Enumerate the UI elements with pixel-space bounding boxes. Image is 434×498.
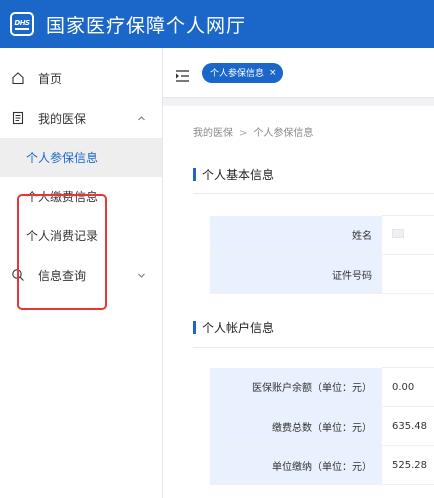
app-title: 国家医疗保障个人网厅: [46, 14, 247, 37]
total-payment-value: 635.48: [382, 406, 434, 446]
tab-bar: 个人参保信息 ×: [163, 48, 434, 98]
table-row: 医保账户余额（单位：元） 0.00: [210, 367, 434, 407]
breadcrumb-separator: >: [239, 128, 248, 139]
sidebar-item-label: 我的医保: [38, 111, 87, 126]
search-icon: [10, 267, 26, 283]
balance-value: 0.00: [382, 367, 434, 407]
table-row: 单位缴纳（单位：元） 525.28: [210, 445, 434, 485]
sidebar: 首页 我的医保 个人参保信息 个人缴费信息 个人消费记录 信息查询: [0, 48, 163, 498]
balance-label: 医保账户余额（单位：元）: [210, 367, 382, 407]
content-panel: 我的医保 > 个人参保信息 个人基本信息 姓名 证件号码 个人帐户信息 医保账户余额…: [163, 106, 434, 498]
sidebar-subitem-consumption-records[interactable]: 个人消费记录: [0, 216, 162, 255]
sidebar-item-home[interactable]: 首页: [0, 58, 162, 98]
name-label: 姓名: [210, 215, 382, 255]
top-header: DHS 国家医疗保障个人网厅: [0, 0, 434, 48]
logo-text: DHS: [14, 18, 30, 27]
breadcrumb: 我的医保 > 个人参保信息: [193, 124, 313, 139]
home-icon: [10, 70, 26, 86]
table-row: 姓名: [210, 215, 434, 255]
basic-info-table: 姓名 证件号码: [210, 215, 434, 294]
tab-insurance-info[interactable]: 个人参保信息 ×: [202, 62, 283, 83]
table-row: 缴费总数（单位：元） 635.48: [210, 406, 434, 446]
breadcrumb-parent[interactable]: 我的医保: [193, 128, 233, 139]
tab-label: 个人参保信息: [210, 69, 265, 79]
employer-payment-label: 单位缴纳（单位：元）: [210, 445, 382, 485]
section-title-text: 个人帐户信息: [202, 321, 275, 335]
employer-payment-value: 525.28: [382, 445, 434, 485]
name-value: [382, 215, 434, 255]
id-number-value: [382, 254, 434, 294]
total-payment-label: 缴费总数（单位：元）: [210, 406, 382, 446]
sidebar-item-info-query[interactable]: 信息查询: [0, 255, 162, 295]
chevron-up-icon[interactable]: [137, 112, 146, 126]
document-icon: [10, 110, 26, 126]
breadcrumb-current: 个人参保信息: [253, 128, 314, 139]
sidebar-item-label: 信息查询: [38, 268, 87, 283]
sidebar-subitem-insurance-info[interactable]: 个人参保信息: [0, 138, 162, 177]
id-number-label: 证件号码: [210, 254, 382, 294]
masked-value: [392, 229, 404, 238]
section-title-basic: 个人基本信息: [193, 166, 274, 183]
chevron-down-icon[interactable]: [137, 269, 146, 283]
divider: [193, 193, 434, 194]
table-row: 证件号码: [210, 254, 434, 294]
account-info-table: 医保账户余额（单位：元） 0.00 缴费总数（单位：元） 635.48 单位缴纳…: [210, 367, 434, 485]
sidebar-item-my-insurance[interactable]: 我的医保: [0, 98, 162, 138]
section-title-account: 个人帐户信息: [193, 319, 274, 336]
app-logo: DHS: [10, 12, 34, 36]
close-icon[interactable]: ×: [269, 68, 277, 78]
divider: [193, 347, 434, 348]
sidebar-subitem-payment-info[interactable]: 个人缴费信息: [0, 177, 162, 216]
menu-fold-icon[interactable]: [176, 67, 190, 82]
section-title-text: 个人基本信息: [202, 168, 275, 182]
main-area: 个人参保信息 × 我的医保 > 个人参保信息 个人基本信息 姓名 证件号码 个人帐户…: [163, 48, 434, 498]
sidebar-item-label: 首页: [38, 71, 63, 86]
